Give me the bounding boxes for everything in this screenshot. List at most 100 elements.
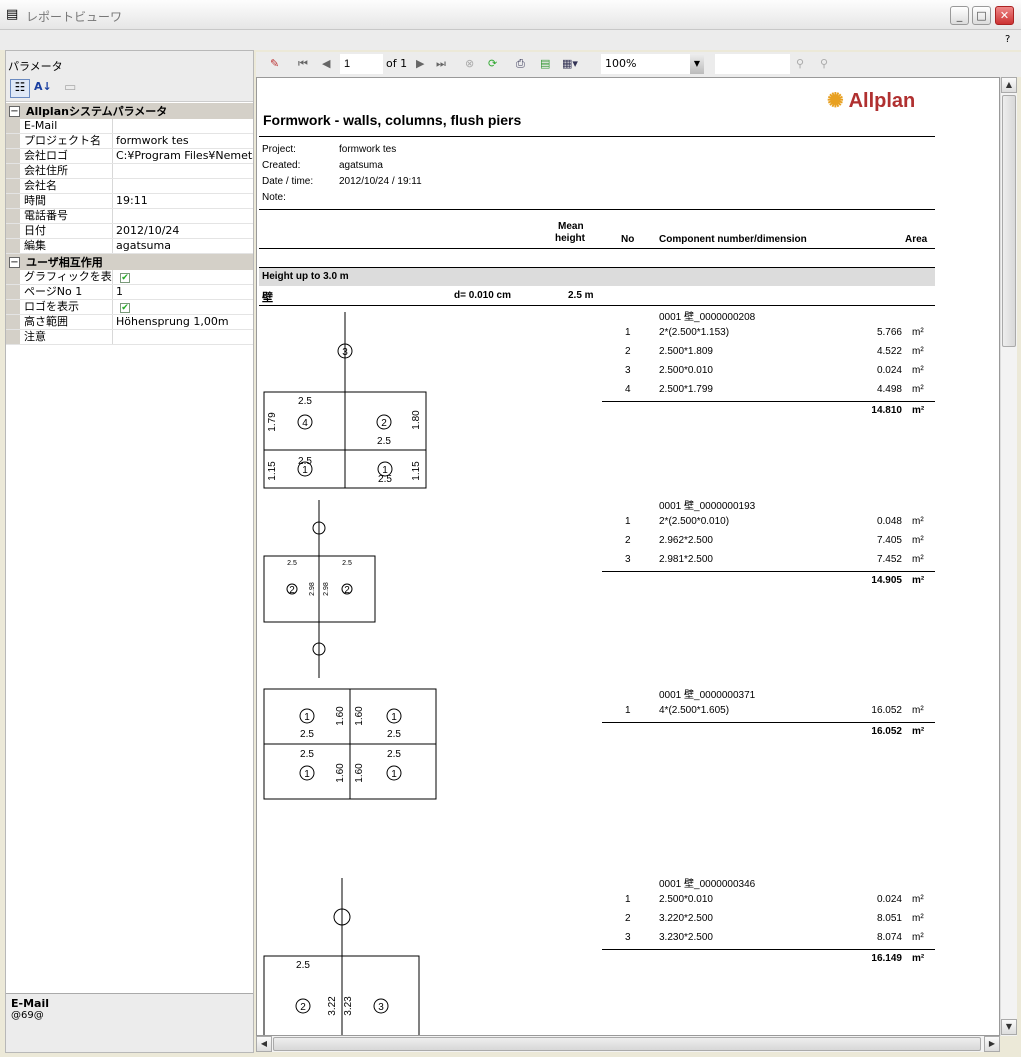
row-dimension: 4*(2.500*1.605) [659,705,730,716]
property-row[interactable]: プロジェクト名 formwork tes [6,134,253,149]
property-row[interactable]: E-Mail [6,119,253,134]
property-value[interactable] [113,209,253,223]
drawing-label: 2 [300,1002,306,1013]
property-row[interactable]: ページNo 11 [6,285,253,300]
row-area: 7.452 [876,554,902,565]
property-value[interactable]: ✔ [113,300,253,314]
drawing-label: 1 [391,769,397,780]
drawing-label: 2 [381,418,387,429]
property-value[interactable]: 19:11 [113,194,253,208]
property-row[interactable]: 電話番号 [6,209,253,224]
property-value[interactable]: ✔ [113,270,253,284]
row-dimension: 2.500*1.809 [659,346,713,357]
drawing-label: 3.22 [327,996,338,1016]
group-band: Height up to 3.0 m [259,268,935,286]
property-row[interactable]: 日付 2012/10/24 [6,224,253,239]
property-pages-icon[interactable]: ▭ [64,80,76,95]
component-id: 0001 壁_0000000208 [659,312,756,323]
property-name: 時間 [20,194,113,208]
meta-label: Date / time: [262,176,314,187]
find-icon[interactable]: ⚲ [796,57,804,73]
collapse-icon[interactable]: − [9,256,20,268]
minimize-button[interactable]: _ [950,6,969,25]
collapse-icon[interactable]: − [9,105,20,117]
export-icon[interactable]: ▦▾ [562,57,578,73]
refresh-icon[interactable]: ⟳ [488,57,497,73]
stop-icon[interactable]: ⊗ [465,57,474,73]
zoom-select[interactable]: 100% ▼ [601,54,704,74]
grid-category[interactable]: − Allplanシステムパラメータ [6,103,253,119]
property-row[interactable]: ロゴを表示 ✔ [6,300,253,315]
property-value[interactable]: formwork tes [113,134,253,148]
checkbox-checked-icon[interactable]: ✔ [120,273,130,283]
property-toolbar: ☷ A↓ ▭ [6,75,253,102]
property-value[interactable]: C:¥Program Files¥Nemetsc [113,149,253,163]
row-no: 3 [625,365,631,376]
property-value[interactable] [113,330,253,344]
help-button[interactable]: ? [1005,34,1010,45]
property-value[interactable]: Höhensprung 1,00m [113,315,253,329]
property-value[interactable] [113,164,253,178]
categorized-view-icon[interactable]: ☷ [10,79,30,98]
row-dimension: 2.500*0.010 [659,894,713,905]
previous-page-icon[interactable]: ◀ [322,57,330,73]
print-icon[interactable]: ⎙ [516,57,525,73]
property-row[interactable]: 高さ範囲 Höhensprung 1,00m [6,315,253,330]
document-map-icon[interactable]: ✎ [270,57,279,73]
close-button[interactable]: ✕ [995,6,1014,25]
meta-label: Created: [262,160,301,171]
row-no: 1 [625,327,631,338]
find-input[interactable] [715,54,790,74]
print-layout-icon[interactable]: ▤ [540,57,550,73]
drawing-label: 1.60 [335,706,346,726]
chevron-down-icon[interactable]: ▼ [690,54,704,74]
property-value[interactable]: agatsuma [113,239,253,253]
horizontal-scrollbar[interactable]: ◀ ▶ [256,1036,1000,1052]
page-number-input[interactable] [340,54,383,74]
unit: m² [912,405,925,416]
drawing-label: 3.23 [343,996,354,1016]
drawing-label: 2.5 [342,560,352,567]
row-dimension: 2.962*2.500 [659,535,713,546]
row-dimension: 2*(2.500*0.010) [659,516,730,527]
property-row[interactable]: 時間 19:11 [6,194,253,209]
drawing-label: 1.60 [354,706,365,726]
block-total: 14.810 [871,405,902,416]
property-value[interactable]: 1 [113,285,253,299]
property-value[interactable]: 2012/10/24 [113,224,253,238]
property-row[interactable]: 編集 agatsuma [6,239,253,254]
property-row[interactable]: 会社住所 [6,164,253,179]
first-page-icon[interactable]: ⏮ [298,57,308,73]
sort-alphabetical-icon[interactable]: A↓ [34,80,52,93]
scroll-thumb[interactable] [1002,95,1016,347]
report-page: ✺ Allplan Formwork - walls, columns, flu… [256,77,1000,1036]
property-row[interactable]: 注意 [6,330,253,345]
drawing-label: 1 [391,712,397,723]
property-row[interactable]: グラフィックを表示 ✔ [6,270,253,285]
drawing-label: 2.5 [296,960,310,971]
scroll-thumb[interactable] [273,1037,981,1051]
last-page-icon[interactable]: ⏭ [436,57,446,73]
header-no: No [621,234,635,245]
property-row[interactable]: 会社ロゴ C:¥Program Files¥Nemetsc [6,149,253,164]
drawing-label: 2 [344,585,350,596]
header-height: height [555,233,585,244]
checkbox-checked-icon[interactable]: ✔ [120,303,130,313]
find-next-icon[interactable]: ⚲ [820,57,828,73]
property-value[interactable] [113,179,253,193]
maximize-button[interactable]: □ [972,6,991,25]
property-row[interactable]: 会社名 [6,179,253,194]
drawing-label: 1.15 [267,461,278,481]
unit: m² [912,575,925,586]
vertical-scrollbar[interactable]: ▲ ▼ [1000,77,1017,1036]
property-name: プロジェクト名 [20,134,113,148]
next-page-icon[interactable]: ▶ [416,57,424,73]
drawing-label: 1 [304,712,310,723]
page-count: of 1 [386,57,408,70]
component-drawings: 3 2.5 4 1.79 2 2.5 1.80 1 1.15 2.5 1 2.5 1.15 2.5 2.5 2… [263,312,437,1035]
grid-category[interactable]: − ユーザ相互作用 [6,254,253,270]
property-name: 会社名 [20,179,113,193]
description-text: @69@ [11,1010,44,1021]
property-value[interactable] [113,119,253,133]
block-total: 14.905 [871,575,902,586]
